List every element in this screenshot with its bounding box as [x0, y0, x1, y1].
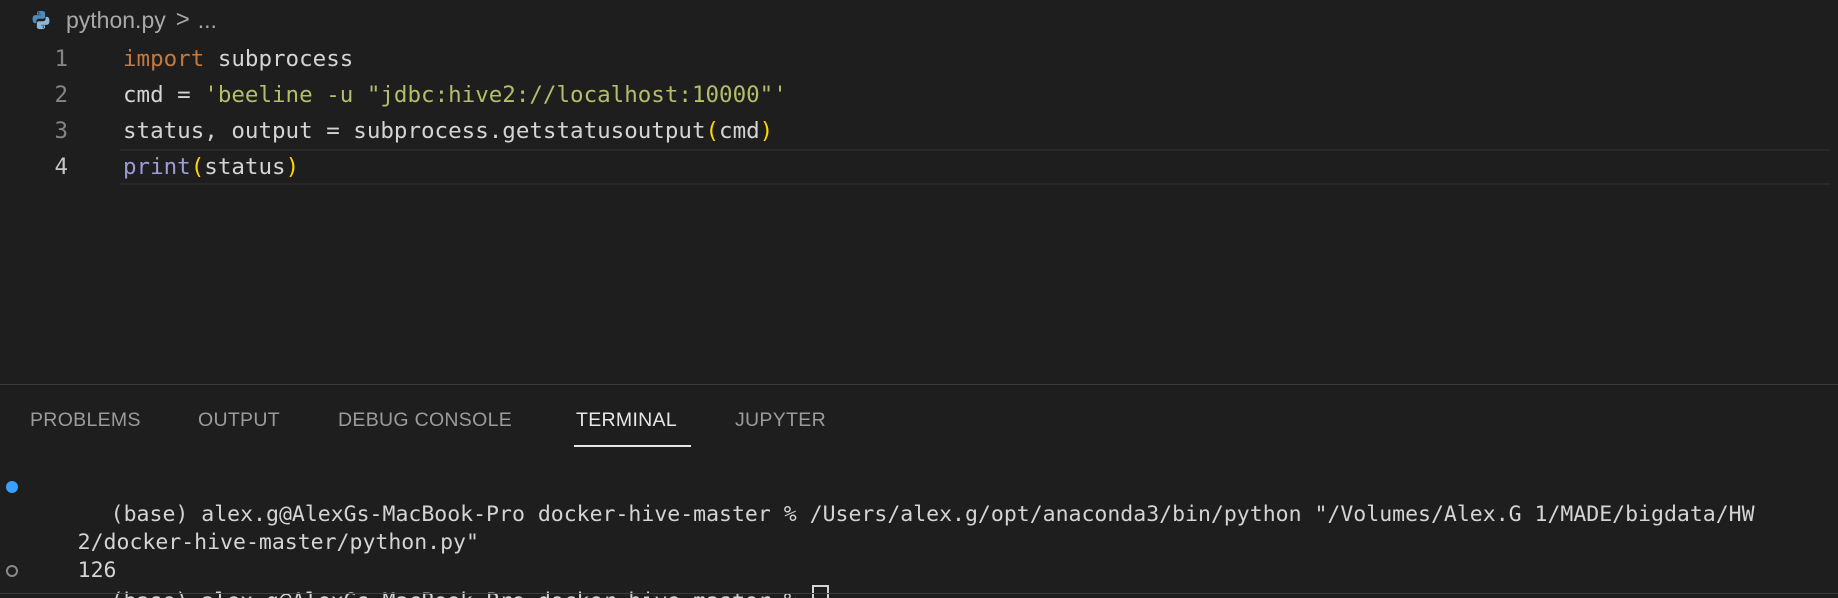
bottom-panel: PROBLEMS OUTPUT DEBUG CONSOLE TERMINAL J… — [0, 385, 1838, 598]
code-token: status — [204, 154, 286, 180]
breadcrumb: python.py > ... — [30, 6, 217, 34]
terminal-prompt-line: (base) alex.g@AlexGs-MacBook-Pro docker-… — [0, 557, 1838, 598]
code-line[interactable]: 1 import subprocess — [0, 41, 1838, 77]
code-token: status, output = subprocess.getstatusout… — [123, 118, 706, 144]
terminal-wrapped-line: 2/docker-hive-master/python.py" — [0, 501, 1838, 555]
code-token: ) — [759, 118, 774, 144]
code-token: cmd — [719, 118, 760, 144]
active-tab-indicator — [574, 445, 691, 447]
tab-output[interactable]: OUTPUT — [198, 409, 280, 432]
code-text: cmd = 'beeline -u "jdbc:hive2://localhos… — [123, 77, 787, 113]
terminal-output-line: 126 — [0, 529, 1838, 583]
code-text: status, output = subprocess.getstatusout… — [123, 113, 773, 149]
tab-jupyter[interactable]: JUPYTER — [735, 409, 826, 432]
code-token: ( — [705, 118, 720, 144]
tab-terminal[interactable]: TERMINAL — [576, 409, 677, 432]
terminal-command-line: (base) alex.g@AlexGs-MacBook-Pro docker-… — [0, 473, 1838, 527]
chevron-right-icon: > — [175, 6, 190, 33]
line-number: 2 — [54, 82, 68, 108]
code-text: import subprocess — [123, 41, 353, 77]
command-success-icon[interactable] — [6, 481, 18, 493]
tab-problems[interactable]: PROBLEMS — [30, 409, 141, 432]
code-text: print(status) — [123, 149, 299, 185]
code-token: ) — [285, 154, 300, 180]
editor[interactable]: python.py > ... 1 import subprocess 2 cmd =… — [0, 0, 1838, 384]
code-token: 'beeline -u "jdbc:hive2://localhost:1000… — [204, 82, 787, 108]
panel-bottom-border — [0, 593, 1838, 594]
code-area[interactable]: 1 import subprocess 2 cmd = 'beeline -u "jd… — [0, 41, 1838, 185]
code-token: print — [123, 154, 191, 180]
line-number: 4 — [54, 154, 68, 180]
code-token: cmd = — [123, 82, 205, 108]
command-pending-icon[interactable] — [6, 565, 18, 577]
code-line[interactable]: 3 status, output = subprocess.getstatusou… — [0, 113, 1838, 149]
terminal[interactable]: (base) alex.g@AlexGs-MacBook-Pro docker-… — [0, 473, 1838, 598]
breadcrumb-more[interactable]: ... — [198, 7, 217, 34]
line-number: 1 — [54, 46, 68, 72]
code-line[interactable]: 4 print(status) — [0, 149, 1838, 185]
code-token: ( — [190, 154, 205, 180]
panel-tabs: PROBLEMS OUTPUT DEBUG CONSOLE TERMINAL J… — [0, 385, 1838, 451]
tab-debug-console[interactable]: DEBUG CONSOLE — [338, 409, 512, 432]
code-token: subprocess — [204, 46, 354, 72]
breadcrumb-file[interactable]: python.py — [66, 7, 166, 34]
python-file-icon — [32, 10, 50, 30]
terminal-cursor — [811, 585, 829, 598]
line-number: 3 — [54, 118, 68, 144]
code-line[interactable]: 2 cmd = 'beeline -u "jdbc:hive2://localho… — [0, 77, 1838, 113]
code-token: import — [123, 46, 205, 72]
